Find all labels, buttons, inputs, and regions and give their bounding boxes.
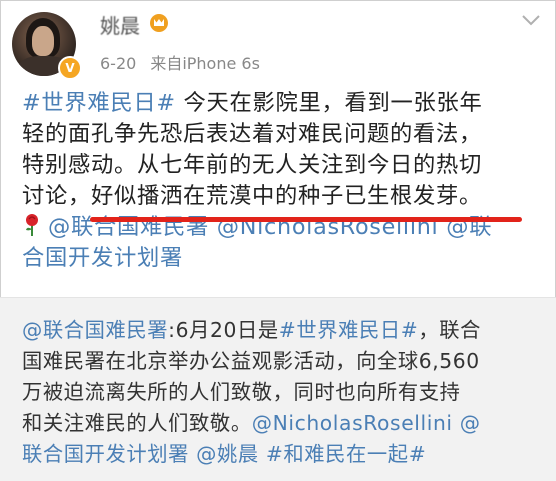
hashtag-link[interactable]: #世界难民日# [22,90,176,116]
repost-hashtag-link[interactable]: #世界难民日# [279,318,419,342]
repost-text: @联合国难民署:6月20日是#世界难民日#，联合 国难民署在北京举办公益观影活动… [22,315,542,470]
post-date: 6-20 [100,54,137,73]
repost-mention-undp-start[interactable]: @ [460,411,481,435]
repost-line-3: 万被迫流离失所的人们致敬，同时也向所有支持 [22,380,461,404]
repost-mention-nicholas[interactable]: @NicholasRosellini [252,411,453,435]
repost-line-5: 联合国开发计划署 @姚晨 #和难民在一起# [22,439,542,470]
post-line-3: 特别感动。从七年前的无人关注到今日的热切 [22,152,482,178]
repost-box[interactable]: @联合国难民署:6月20日是#世界难民日#，联合 国难民署在北京举办公益观影活动… [0,297,556,481]
crown-icon [150,14,168,32]
repost-hashtag-refugees[interactable]: #和难民在一起# [266,442,426,466]
post-source: 来自iPhone 6s [150,54,260,73]
post-line-4: 讨论，好似播洒在荒漠中的种子已生根发芽。 [22,183,482,209]
post-text: #世界难民日# 今天在影院里，看到一张张年 轻的面孔争先恐后表达着对难民问题的看… [22,88,537,274]
repost-line-1: @联合国难民署:6月20日是#世界难民日#，联合 [22,318,482,342]
red-underline [90,217,522,222]
repost-line-4: 和关注难民的人们致敬。@NicholasRosellini @ [22,411,481,435]
post-line-2: 轻的面孔争先恐后表达着对难民问题的看法， [22,121,482,147]
verified-badge-icon: V [58,56,82,80]
user-name[interactable]: 姚晨 [100,10,140,39]
repost-author-link[interactable]: @联合国难民署 [22,318,168,342]
chevron-down-icon[interactable] [520,12,542,28]
mention-undp-end[interactable]: 合国开发计划署 [22,245,183,271]
post-line-1: #世界难民日# 今天在影院里，看到一张张年 [22,90,483,116]
post-line-6: 合国开发计划署 [22,243,537,274]
repost-mention-undp-end[interactable]: 联合国开发计划署 [22,442,189,466]
highlighted-phrase: 好似播洒在荒漠中的种子已生根发芽。 [91,183,482,209]
post-header: V 姚晨 6-20 来自iPhone 6s [0,0,556,80]
rose-emoji-icon [26,214,38,236]
post-meta: 6-20 来自iPhone 6s [100,50,260,74]
repost-line-2: 国难民署在北京举办公益观影活动，向全球6,560 [22,349,480,373]
repost-mention-yaochen[interactable]: @姚晨 [196,442,259,466]
